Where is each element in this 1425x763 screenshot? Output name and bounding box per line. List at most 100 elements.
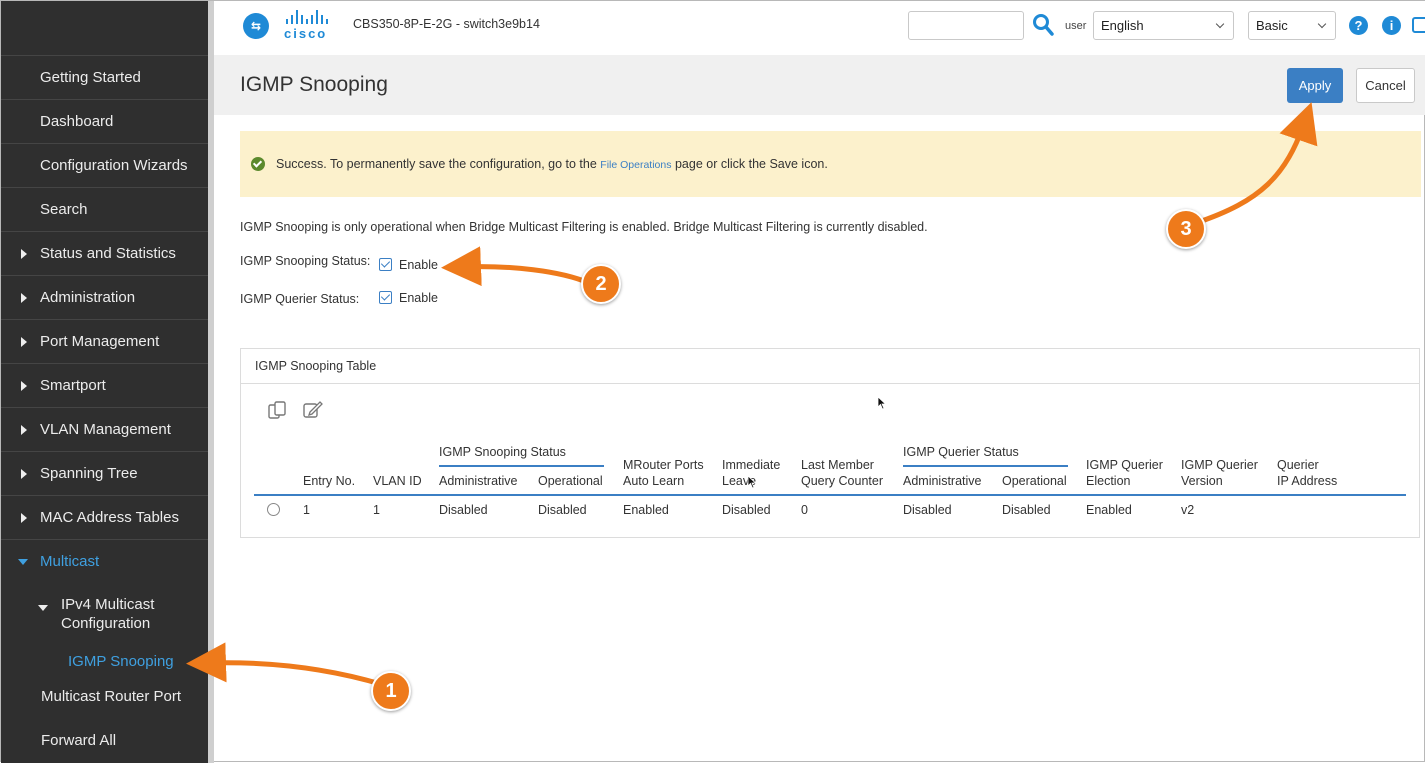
- snooping-group-underline: [439, 465, 604, 467]
- igmp-querier-enable-label: Enable: [399, 291, 438, 305]
- app-window: Getting Started Dashboard Configuration …: [0, 0, 1425, 763]
- mouse-cursor-icon: [877, 396, 887, 410]
- sidebar-item-port-management[interactable]: Port Management: [1, 319, 208, 363]
- sidebar-item-igmp-snooping[interactable]: IGMP Snooping: [1, 653, 208, 673]
- column-header-querier-ip-address[interactable]: Querier IP Address: [1277, 457, 1337, 489]
- igmp-querier-status-label: IGMP Querier Status:: [240, 292, 360, 306]
- cell-snooping-administrative: Disabled: [439, 503, 488, 517]
- search-icon[interactable]: [1032, 13, 1054, 37]
- column-header-vlan-id[interactable]: VLAN ID: [373, 473, 422, 489]
- subgroup-label-line1: IPv4 Multicast: [61, 596, 155, 613]
- column-header-querier-version[interactable]: IGMP Querier Version: [1181, 457, 1258, 489]
- panel-header: IGMP Snooping Table: [241, 349, 1419, 384]
- user-label: user: [1065, 20, 1087, 32]
- caret-right-icon: [21, 468, 27, 479]
- sidebar-item-administration[interactable]: Administration: [1, 275, 208, 319]
- sidebar-item-label: Dashboard: [40, 113, 114, 130]
- caret-right-icon: [21, 336, 27, 347]
- sidebar-item-multicast-router-port[interactable]: Multicast Router Port: [1, 688, 208, 708]
- table-header-underline: [254, 494, 1406, 496]
- menu-toggle-icon[interactable]: ⇆: [243, 13, 269, 39]
- cell-querier-version: v2: [1181, 503, 1195, 517]
- header-line: Election: [1086, 474, 1131, 488]
- sidebar-item-multicast[interactable]: Multicast: [1, 539, 208, 583]
- sidebar-item-vlan-management[interactable]: VLAN Management: [1, 407, 208, 451]
- sidebar-item-spanning-tree[interactable]: Spanning Tree: [1, 451, 208, 495]
- header-line: Last Member: [801, 458, 874, 472]
- column-header-mrouter-auto-learn[interactable]: MRouter Ports Auto Learn: [623, 457, 704, 489]
- sidebar-item-label: VLAN Management: [40, 421, 171, 438]
- sidebar-item-label: Multicast Router Port: [41, 688, 182, 705]
- column-header-snooping-administrative[interactable]: Administrative: [439, 473, 518, 489]
- sidebar-item-dashboard[interactable]: Dashboard: [1, 99, 208, 143]
- subgroup-label-line2: Configuration: [61, 615, 151, 632]
- header-line: IGMP Querier: [1181, 458, 1258, 472]
- search-input[interactable]: [908, 11, 1024, 40]
- column-header-last-member-query-counter[interactable]: Last Member Query Counter: [801, 457, 883, 489]
- chevron-down-icon: [1317, 19, 1327, 29]
- sidebar-item-status-and-statistics[interactable]: Status and Statistics: [1, 231, 208, 275]
- info-icon[interactable]: i: [1382, 16, 1401, 35]
- sidebar-item-search[interactable]: Search: [1, 187, 208, 231]
- sidebar-item-label: Getting Started: [40, 69, 141, 86]
- sidebar-item-label: Smartport: [40, 377, 106, 394]
- sidebar-item-getting-started[interactable]: Getting Started: [1, 55, 208, 99]
- logout-icon[interactable]: [1412, 17, 1425, 35]
- operational-note: IGMP Snooping is only operational when B…: [240, 220, 928, 234]
- cell-mrouter-auto-learn: Enabled: [623, 503, 669, 517]
- language-select-value: English: [1101, 18, 1144, 33]
- sidebar-item-smartport[interactable]: Smartport: [1, 363, 208, 407]
- success-message-suffix: page or click the Save icon.: [671, 157, 828, 171]
- caret-down-icon: [18, 558, 28, 565]
- igmp-snooping-enable-checkbox[interactable]: [379, 258, 392, 271]
- cancel-button[interactable]: Cancel: [1356, 68, 1415, 103]
- column-header-querier-election[interactable]: IGMP Querier Election: [1086, 457, 1163, 489]
- sidebar-item-configuration-wizards[interactable]: Configuration Wizards: [1, 143, 208, 187]
- sidebar-item-label: Spanning Tree: [40, 465, 138, 482]
- mouse-cursor-icon: [747, 475, 757, 489]
- success-message: Success. To permanently save the configu…: [276, 157, 828, 171]
- querier-status-group-header: IGMP Querier Status: [903, 445, 1019, 459]
- sidebar-resize-handle[interactable]: [208, 1, 214, 763]
- edit-icon[interactable]: [302, 399, 324, 421]
- sidebar-subgroup-label: IPv4 Multicast Configuration: [61, 595, 154, 633]
- sidebar-item-label: Search: [40, 201, 88, 218]
- success-message-prefix: Success. To permanently save the configu…: [276, 157, 601, 171]
- column-header-querier-operational[interactable]: Operational: [1002, 473, 1067, 489]
- mode-select[interactable]: Basic: [1248, 11, 1336, 40]
- igmp-snooping-status-label: IGMP Snooping Status:: [240, 254, 371, 268]
- brand-name: cisco: [284, 26, 328, 41]
- page-title-bar: [214, 55, 1425, 115]
- column-header-querier-administrative[interactable]: Administrative: [903, 473, 982, 489]
- sidebar-item-mac-address-tables[interactable]: MAC Address Tables: [1, 495, 208, 539]
- device-name: CBS350-8P-E-2G - switch3e9b14: [353, 17, 540, 31]
- cell-immediate-leave: Disabled: [722, 503, 771, 517]
- cell-querier-administrative: Disabled: [903, 503, 952, 517]
- igmp-querier-enable-checkbox[interactable]: [379, 291, 392, 304]
- callout-badge-1: 1: [371, 671, 411, 711]
- row-select-radio[interactable]: [267, 503, 280, 516]
- language-select[interactable]: English: [1093, 11, 1234, 40]
- callout-badge-3: 3: [1166, 209, 1206, 249]
- apply-button[interactable]: Apply: [1287, 68, 1343, 103]
- header-line: Version: [1181, 474, 1223, 488]
- caret-down-icon: [38, 605, 48, 611]
- sidebar-item-forward-all[interactable]: Forward All: [1, 732, 208, 752]
- header-line: MRouter Ports: [623, 458, 704, 472]
- sidebar: Getting Started Dashboard Configuration …: [1, 1, 208, 763]
- file-operations-link[interactable]: File Operations: [600, 159, 671, 171]
- igmp-snooping-table-panel: IGMP Snooping Table: [240, 348, 1420, 538]
- header-line: Querier: [1277, 458, 1319, 472]
- cisco-bars-icon: [284, 10, 344, 24]
- querier-group-underline: [903, 465, 1068, 467]
- callout-badge-2: 2: [581, 264, 621, 304]
- copy-settings-icon[interactable]: [267, 399, 289, 421]
- sidebar-subgroup-ipv4-multicast[interactable]: IPv4 Multicast Configuration: [1, 595, 208, 635]
- column-header-snooping-operational[interactable]: Operational: [538, 473, 603, 489]
- sidebar-item-label: Administration: [40, 289, 136, 306]
- annotation-arrow-1: [186, 642, 387, 688]
- column-header-entry-no[interactable]: Entry No.: [303, 473, 355, 489]
- header-line: Auto Learn: [623, 474, 685, 488]
- cisco-logo: cisco: [284, 10, 344, 44]
- help-icon[interactable]: ?: [1349, 16, 1368, 35]
